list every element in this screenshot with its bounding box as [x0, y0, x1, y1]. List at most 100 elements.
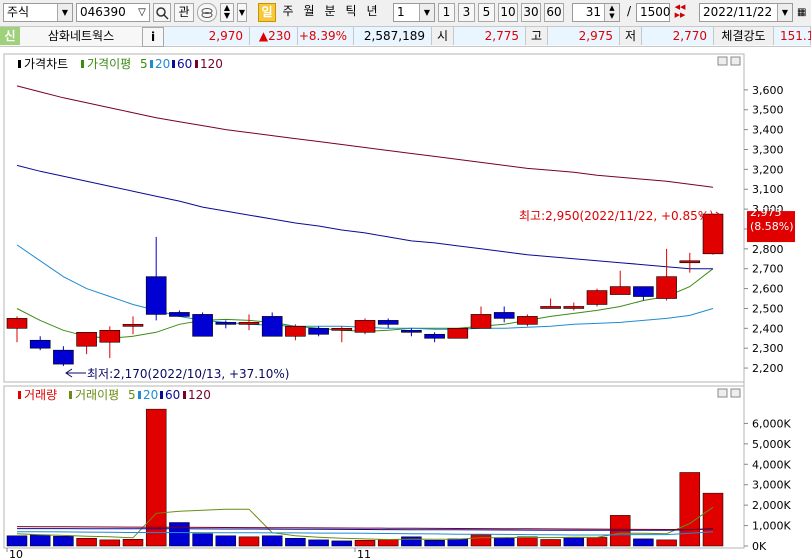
volume-bar — [633, 538, 654, 547]
candle-body — [377, 320, 399, 325]
search-button[interactable] — [153, 3, 171, 22]
price-change: ▲230 — [250, 27, 298, 45]
period-label: 주 — [282, 4, 294, 18]
date-picker[interactable]: 2022/11/22 ▼ — [699, 3, 793, 22]
prev-page-icon[interactable]: ◀◀ — [673, 3, 687, 11]
candle-body — [563, 306, 585, 309]
settings-handle[interactable]: ▦ — [797, 3, 811, 22]
period-year-button[interactable]: 년 — [363, 3, 381, 22]
volume-bar — [401, 536, 422, 547]
panel-minimize-icon[interactable] — [717, 56, 728, 66]
interval-1-button[interactable]: 1 — [438, 3, 455, 22]
candle-body — [493, 312, 515, 319]
market-type-select[interactable]: 주식 ▼ — [3, 3, 73, 22]
volume-bar — [470, 534, 492, 547]
volume-bar — [656, 539, 677, 547]
interval-label: 1 — [442, 5, 451, 19]
interval-30-button[interactable]: 30 — [521, 3, 541, 22]
display-count-value: 31 — [585, 5, 601, 19]
next-page-icon[interactable]: ▶▶ — [673, 11, 687, 19]
volume-panel-minimize-icon[interactable] — [717, 388, 728, 398]
volume-bar — [6, 535, 28, 547]
x-tick-label: 11 — [357, 548, 371, 560]
period-day-button[interactable]: 일 — [258, 3, 276, 22]
period-month-button[interactable]: 월 — [300, 3, 318, 22]
more-dropdown[interactable]: ▼ — [237, 3, 247, 22]
volume-bar — [331, 540, 353, 547]
volume-bar — [122, 539, 144, 547]
display-count-input[interactable]: 31 ▲ ▼ — [572, 3, 620, 22]
candle-body — [122, 324, 144, 327]
stock-info-button[interactable]: i — [142, 27, 164, 47]
total-count-input[interactable]: 1500 — [636, 3, 671, 22]
volume-bar — [29, 534, 51, 547]
total-spinner[interactable]: ◀◀ ▶▶ — [673, 3, 687, 22]
high-annotation: 최고:2,950(2022/11/22, +0.85%) — [519, 209, 714, 223]
code-dropdown-icon[interactable]: ▽ — [135, 4, 149, 21]
open-price: 2,775 — [454, 27, 526, 45]
stock-chart[interactable]: 가격차트 가격이평 5 20 60 120 거래량 거래이평 5 20 60 1… — [0, 48, 811, 560]
legend-swatch-ma20 — [150, 60, 153, 68]
interval-5-button[interactable]: 5 — [478, 3, 495, 22]
candle-body — [540, 306, 561, 309]
price-tick-label: 2,800 — [752, 243, 784, 256]
candle-body — [169, 312, 190, 317]
interval-label: 5 — [482, 5, 491, 19]
link-button[interactable] — [197, 3, 217, 22]
link-icon — [201, 8, 213, 18]
period-tick-button[interactable]: 틱 — [342, 3, 360, 22]
spin-down-icon[interactable]: ▼ — [221, 12, 233, 20]
legend-price-ma: 가격이평 — [87, 57, 131, 71]
candle-body — [145, 276, 167, 315]
volume-bar — [586, 537, 608, 547]
chevron-down-icon[interactable]: ▼ — [57, 4, 72, 21]
volume-tick-label: 0K — [752, 540, 767, 553]
strength-label: 체결강도 — [714, 27, 774, 45]
period-week-button[interactable]: 주 — [279, 3, 297, 22]
legend-swatch-vol-ma120 — [183, 391, 186, 399]
current-price-tag-value: 2,975 — [750, 206, 782, 219]
strength-value: 151.1 — [774, 27, 811, 45]
candle-body — [99, 330, 121, 343]
candle-body — [6, 318, 28, 329]
volume-bar — [424, 540, 445, 547]
interval-10-button[interactable]: 10 — [498, 3, 518, 22]
stock-code-value: 046390 — [80, 5, 126, 19]
interval-3-button[interactable]: 3 — [458, 3, 475, 22]
legend-swatch-price — [18, 60, 21, 68]
volume-bar — [702, 492, 724, 547]
interval-value: 1 — [397, 5, 405, 19]
period-minute-button[interactable]: 분 — [321, 3, 339, 22]
interval-select[interactable]: 1 ▼ — [393, 3, 435, 22]
favorite-button[interactable]: 관 — [174, 3, 194, 22]
favorite-label: 관 — [178, 5, 190, 19]
low-annotation: 최저:2,170(2022/10/13, +37.10%) — [87, 367, 289, 381]
price-tick-label: 2,500 — [752, 302, 784, 315]
volume-bar — [308, 539, 329, 547]
legend-ma-120: 120 — [200, 57, 223, 71]
open-label: 시 — [432, 27, 454, 45]
chevron-down-icon: ▼ — [238, 8, 246, 17]
date-value: 2022/11/22 — [703, 5, 773, 19]
chevron-down-icon[interactable]: ▼ — [419, 4, 434, 21]
candle-body — [679, 260, 701, 264]
candle-body — [586, 290, 608, 305]
interval-60-button[interactable]: 60 — [544, 3, 564, 22]
legend-vol-ma-60: 60 — [165, 388, 180, 402]
updown-spinner[interactable]: ▲ ▼ — [220, 3, 234, 22]
stock-code-input[interactable]: 046390 ▽ — [76, 3, 150, 22]
legend-swatch-ma — [81, 60, 84, 68]
volume-bar — [679, 472, 701, 547]
volume-bar — [517, 536, 538, 547]
volume-bar — [169, 522, 190, 547]
volume-panel-close-icon[interactable] — [730, 388, 741, 398]
volume-bar — [285, 537, 306, 547]
calendar-dropdown-icon[interactable]: ▼ — [777, 4, 792, 21]
volume-tick-label: 1,000K — [752, 520, 791, 533]
count-spinner[interactable]: ▲ ▼ — [604, 4, 619, 21]
panel-close-icon[interactable] — [730, 56, 741, 66]
legend-swatch-vol-ma — [69, 391, 72, 399]
legend-price-chart: 가격차트 — [24, 57, 68, 71]
price-legend: 가격차트 가격이평 5 20 60 120 — [18, 57, 223, 71]
stock-name: 삼화네트웍스 — [47, 29, 115, 43]
